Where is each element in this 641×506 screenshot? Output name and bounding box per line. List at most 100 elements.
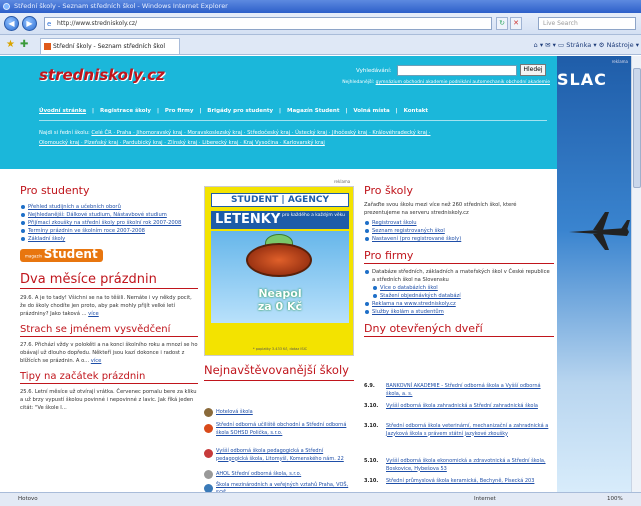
popular-searches: Nejhledanější: gymnázium obchodní akadem…	[300, 80, 550, 85]
back-button[interactable]: ◀	[4, 16, 19, 31]
menu-item-magazin[interactable]: Magazín Student	[287, 108, 339, 114]
search-field[interactable]: Live Search	[538, 17, 636, 30]
list-item[interactable]: AHOL Střední odborná škola, s.r.o.	[216, 471, 354, 479]
address-value: http://www.stredniskoly.cz/	[57, 20, 138, 27]
menu-item-firmy[interactable]: Pro firmy	[165, 108, 194, 114]
forward-button[interactable]: ▶	[22, 16, 37, 31]
tab-bar: ★ ✚ Střední školy - Seznam středních ško…	[0, 35, 641, 55]
list-item[interactable]: Základní školy	[20, 235, 198, 243]
popular-links[interactable]: gymnázium obchodní akademie podnikání au…	[376, 80, 550, 85]
security-zone: Internet	[474, 496, 496, 502]
more-link[interactable]: více	[88, 311, 99, 317]
more-link[interactable]: více	[91, 358, 102, 364]
banner-offer: Neapol za 0 Kč	[257, 287, 303, 313]
students-heading: Pro studenty	[20, 184, 90, 197]
stop-button[interactable]: ✕	[510, 17, 522, 30]
refresh-button[interactable]: ↻	[496, 17, 508, 30]
school-logo-icon	[204, 408, 213, 417]
favorites-star-icon[interactable]: ★	[6, 39, 15, 50]
schools-text: Zařaďte svou školu mezi více než 260 stř…	[364, 202, 517, 216]
open-days-heading: Dny otevřených dveří	[364, 322, 554, 337]
ad-label: reklama	[334, 179, 351, 184]
list-item[interactable]: Přehled studijních a učebních oborů	[20, 203, 198, 211]
student-agency-banner[interactable]: STUDENT | AGENCY LETENKY ... pro každého…	[204, 186, 354, 356]
menu-separator: |	[199, 108, 202, 114]
menu-item-registrace[interactable]: Registrace školy	[100, 108, 151, 114]
article-text: 27.6. Přichází vždy v polokěti a na konc…	[20, 342, 198, 364]
article-text: 29.6. A je to tady! Všichni se na to těš…	[20, 295, 192, 317]
article-title[interactable]: Tipy na začátek prázdnin	[20, 371, 198, 384]
page-viewport: stredniskoly.cz Vyhledávání: Hledej Nejh…	[0, 56, 631, 492]
ad-label: reklama	[611, 59, 628, 64]
browser-tab[interactable]: Střední školy - Seznam středních škol	[40, 38, 180, 54]
tab-title: Střední školy - Seznam středních škol	[53, 43, 166, 50]
students-column: Pro studenty Přehled studijních a učební…	[20, 184, 198, 412]
airplane-icon	[569, 212, 630, 250]
list-item[interactable]: Reklama na www.stredniskoly.cz	[364, 300, 554, 308]
menu-item-kontakt[interactable]: Kontakt	[404, 108, 429, 114]
magazin-big: Student	[43, 247, 98, 261]
magazin-small: magazín	[25, 253, 43, 259]
region-links-2[interactable]: Olomoucký kraj · Plzeňský kraj · Pardubi…	[39, 138, 539, 148]
side-ad-text: SLAC	[557, 70, 607, 89]
list-item[interactable]: Nejhledanější: Dálkové studium, Nástavbo…	[20, 211, 198, 219]
favicon-icon	[44, 43, 51, 50]
firms-text: Databáze středních, základních a mateřsk…	[364, 268, 554, 284]
banner-letenky: LETENKY ... pro každého a každým věku	[211, 211, 349, 229]
site-search-button[interactable]: Hledej	[520, 64, 546, 76]
article-title[interactable]: Dva měsíce prázdnin	[20, 272, 198, 289]
list-item[interactable]: Škola mezinárodních a veřejných vztahů P…	[216, 482, 354, 492]
status-bar: Hotovo Internet 100%	[0, 492, 641, 506]
banner-brand: STUDENT | AGENCY	[211, 193, 349, 207]
popular-label: Nejhledanější:	[342, 80, 375, 85]
list-item[interactable]: Nastavení (pro registrované školy)	[364, 235, 554, 243]
list-item[interactable]: Vyšší odborná škola pedagogická a Středn…	[216, 448, 354, 463]
list-item[interactable]: Střední odborná učiliště obchodní a Stře…	[216, 422, 354, 437]
school-logo-icon	[204, 424, 213, 433]
site-logo[interactable]: stredniskoly.cz	[39, 66, 165, 84]
site-header: stredniskoly.cz Vyhledávání: Hledej Nejh…	[0, 56, 557, 169]
schools-heading: Pro školy	[364, 184, 413, 197]
main-menu: Úvodní stránka | Registrace školy | Pro …	[39, 108, 432, 114]
search-label: Vyhledávání:	[356, 68, 392, 74]
zoom-level[interactable]: 100%	[607, 493, 623, 506]
side-ad-banner[interactable]: reklama SLAC	[557, 56, 631, 492]
add-favorites-icon[interactable]: ✚	[20, 39, 28, 50]
ie-icon	[3, 3, 10, 10]
window-title: Střední školy - Seznam středních škol - …	[14, 2, 228, 10]
menu-separator: |	[395, 108, 398, 114]
list-item[interactable]: Registrovat školu	[364, 219, 554, 227]
banner-footnote: * poplatky 3.433 Kč, dotaz ISIC	[252, 347, 308, 351]
region-links-1[interactable]: Celé ČR · Praha · Jihomoravský kraj · Mo…	[91, 130, 430, 136]
list-item[interactable]: Stažení objednávkých databází	[372, 292, 554, 300]
list-item[interactable]: Přijímací zkoušky na střední školy pro š…	[20, 219, 198, 227]
school-logo-icon	[204, 484, 213, 492]
ufo-icon	[246, 243, 312, 277]
menu-separator: |	[345, 108, 348, 114]
command-bar[interactable]: ⌂ ▾ ✉ ▾ ▭ Stránka ▾ ⚙ Nástroje ▾	[534, 39, 639, 51]
region-finder-label: Najdi si řední školu:	[39, 130, 90, 136]
address-toolbar: ◀ ▶ e http://www.stredniskoly.cz/ ↻ ✕ Li…	[0, 13, 641, 35]
menu-separator: |	[156, 108, 159, 114]
school-logo-icon	[204, 470, 213, 479]
site-search-input[interactable]	[397, 65, 517, 76]
address-field[interactable]: e http://www.stredniskoly.cz/	[44, 17, 492, 30]
menu-item-home[interactable]: Úvodní stránka	[39, 108, 86, 114]
firms-heading: Pro firmy	[364, 249, 554, 264]
school-logo-icon	[204, 449, 213, 458]
article-title[interactable]: Strach se jménem vysvědčení	[20, 324, 198, 337]
scrollbar-thumb[interactable]	[633, 68, 641, 188]
window-titlebar: Střední školy - Seznam středních škol - …	[0, 0, 641, 13]
list-item[interactable]: Termíny prázdnin ve školním roce 2007-20…	[20, 227, 198, 235]
list-item[interactable]: Hotelová škola	[216, 409, 354, 417]
list-item[interactable]: Služby školám a studentům	[364, 308, 554, 316]
menu-item-brigady[interactable]: Brigády pro studenty	[207, 108, 273, 114]
most-visited-heading: Nejnavštěvovanější školy	[204, 363, 354, 381]
list-item[interactable]: Více o databázích škol	[372, 284, 554, 292]
vertical-scrollbar[interactable]	[631, 56, 641, 492]
schools-column: Pro školy Zařaďte svou školu mezi více n…	[364, 184, 554, 341]
magazin-student-logo[interactable]: magazín Student	[20, 247, 103, 262]
list-item[interactable]: Seznam registrovaných škol	[364, 227, 554, 235]
header-divider	[39, 120, 547, 121]
menu-item-volna-mista[interactable]: Volná místa	[353, 108, 389, 114]
